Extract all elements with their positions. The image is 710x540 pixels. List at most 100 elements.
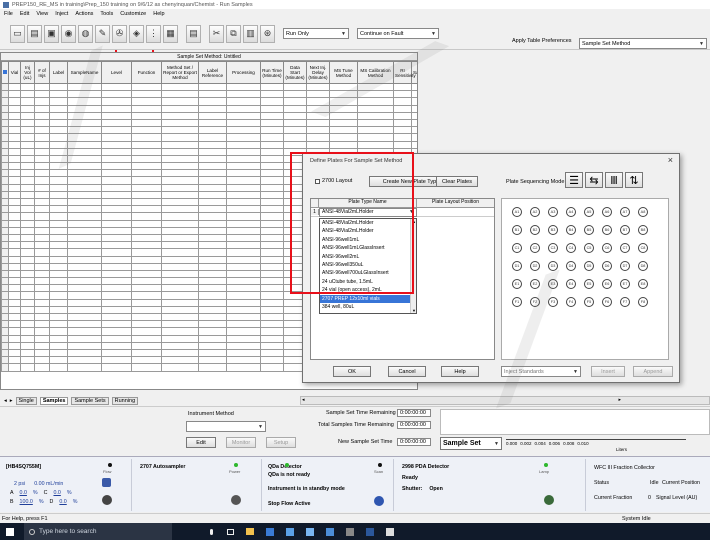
table-cell[interactable]: [67, 241, 102, 250]
fault-mode-select[interactable]: Continue on Fault ▼: [357, 28, 439, 39]
table-cell[interactable]: [131, 176, 162, 185]
table-cell[interactable]: [49, 334, 68, 343]
table-cell[interactable]: [161, 183, 199, 192]
table-cell[interactable]: [161, 305, 199, 315]
table-cell[interactable]: [49, 183, 68, 192]
table-cell[interactable]: [226, 205, 261, 214]
table-cell[interactable]: [20, 248, 35, 257]
table-cell[interactable]: [198, 334, 227, 343]
table-cell[interactable]: [8, 133, 21, 142]
table-cell[interactable]: [357, 97, 394, 106]
table-cell[interactable]: [198, 118, 227, 128]
close-icon[interactable]: ×: [668, 155, 673, 165]
table-cell[interactable]: [260, 118, 284, 128]
table-cell[interactable]: [161, 176, 199, 185]
table-cell[interactable]: [49, 284, 68, 293]
table-cell[interactable]: [101, 241, 132, 250]
table-cell[interactable]: [34, 233, 50, 243]
table-cell[interactable]: [34, 298, 50, 307]
menu-file[interactable]: File: [4, 11, 13, 17]
table-cell[interactable]: [226, 219, 261, 228]
scroll-down-icon[interactable]: ▼: [412, 308, 416, 313]
table-cell[interactable]: [226, 183, 261, 192]
plate-well[interactable]: B2: [530, 225, 540, 235]
table-cell[interactable]: [411, 111, 417, 120]
table-cell[interactable]: [198, 140, 227, 149]
table-cell[interactable]: [49, 126, 68, 135]
row-header[interactable]: [1, 97, 9, 106]
table-cell[interactable]: [67, 205, 102, 214]
table-cell[interactable]: [198, 90, 227, 99]
table-cell[interactable]: [67, 147, 102, 156]
app-icon-1[interactable]: [266, 527, 274, 536]
sequence-column-serpentine-icon[interactable]: ⇅: [625, 172, 643, 188]
table-cell[interactable]: [8, 126, 21, 135]
table-cell[interactable]: [101, 334, 132, 343]
sequence-rows-icon[interactable]: ☰: [565, 172, 583, 188]
row-header[interactable]: [1, 169, 9, 178]
plate-well[interactable]: D4: [566, 261, 576, 271]
table-cell[interactable]: [161, 241, 199, 250]
table-cell[interactable]: [49, 348, 68, 358]
table-cell[interactable]: [34, 169, 50, 178]
table-cell[interactable]: [20, 284, 35, 293]
table-cell[interactable]: [67, 169, 102, 178]
plate-well[interactable]: A6: [602, 207, 612, 217]
table-cell[interactable]: [20, 269, 35, 279]
row-header[interactable]: [1, 248, 9, 257]
run-mode-select[interactable]: Run Only ▼: [283, 28, 349, 39]
plate-well[interactable]: F1: [512, 297, 522, 307]
table-cell[interactable]: [306, 140, 330, 149]
table-cell[interactable]: [20, 212, 35, 221]
app-icon-4[interactable]: [326, 527, 334, 536]
table-cell[interactable]: [101, 169, 132, 178]
table-cell[interactable]: [20, 327, 35, 336]
table-cell[interactable]: [226, 233, 261, 243]
table-cell[interactable]: [20, 320, 35, 329]
dropdown-option[interactable]: 2707 PREP 12x10ml vials: [320, 294, 410, 303]
table-cell[interactable]: [20, 126, 35, 135]
table-cell[interactable]: [198, 262, 227, 271]
table-cell[interactable]: [67, 212, 102, 221]
row-header[interactable]: [1, 154, 9, 164]
table-cell[interactable]: [260, 212, 284, 221]
table-cell[interactable]: [8, 97, 21, 106]
table-cell[interactable]: [198, 298, 227, 307]
table-cell[interactable]: [226, 255, 261, 264]
table-cell[interactable]: [8, 291, 21, 300]
table-cell[interactable]: [329, 126, 358, 135]
table-cell[interactable]: [198, 111, 227, 120]
table-cell[interactable]: [226, 348, 261, 358]
table-cell[interactable]: [226, 104, 261, 113]
table-cell[interactable]: [49, 147, 68, 156]
table-cell[interactable]: [8, 312, 21, 322]
table-cell[interactable]: [20, 176, 35, 185]
table-cell[interactable]: [20, 104, 35, 113]
table-cell[interactable]: [411, 118, 417, 128]
table-cell[interactable]: [131, 269, 162, 279]
table-cell[interactable]: [34, 255, 50, 264]
table-cell[interactable]: [306, 82, 330, 92]
table-cell[interactable]: [161, 162, 199, 171]
table-cell[interactable]: [161, 154, 199, 164]
table-cell[interactable]: [20, 97, 35, 106]
table-cell[interactable]: [393, 126, 412, 135]
table-cell[interactable]: [198, 154, 227, 164]
table-row[interactable]: [1, 104, 417, 113]
table-cell[interactable]: [161, 219, 199, 228]
table-cell[interactable]: [34, 312, 50, 322]
table-cell[interactable]: [161, 226, 199, 235]
table-cell[interactable]: [131, 363, 162, 372]
table-cell[interactable]: [131, 233, 162, 243]
table-cell[interactable]: [34, 277, 50, 286]
table-cell[interactable]: [260, 363, 284, 372]
table-cell[interactable]: [226, 190, 261, 200]
menu-customize[interactable]: Customize: [120, 11, 146, 17]
grid-column-header[interactable]: Function: [131, 61, 162, 84]
dropdown-option[interactable]: 384 well, 80uL: [320, 303, 410, 311]
table-cell[interactable]: [260, 320, 284, 329]
plate-well[interactable]: C1: [512, 243, 522, 253]
table-cell[interactable]: [101, 320, 132, 329]
plate-well[interactable]: C2: [530, 243, 540, 253]
table-cell[interactable]: [260, 262, 284, 271]
